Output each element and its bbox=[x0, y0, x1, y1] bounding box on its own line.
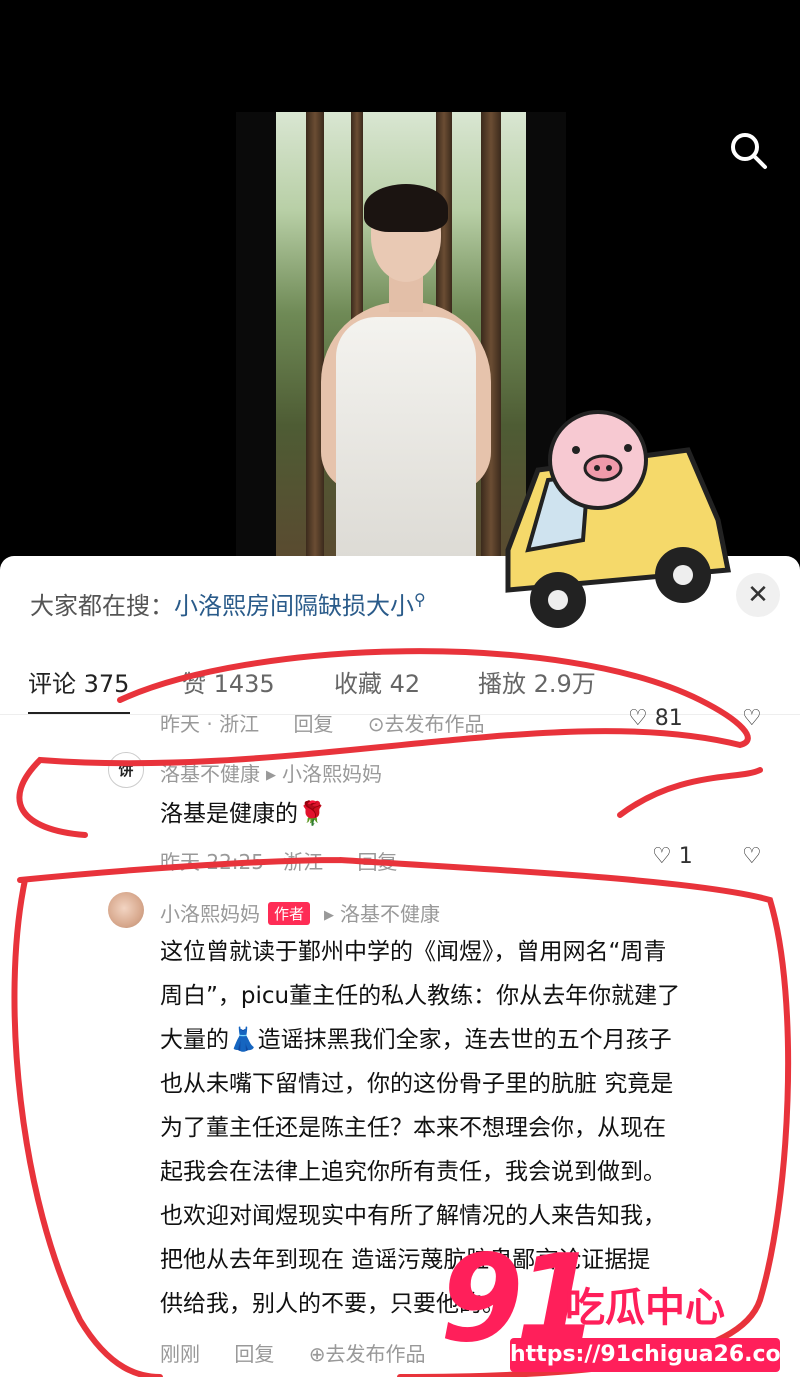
reply-button[interactable]: 回复 bbox=[234, 1342, 274, 1366]
like-button[interactable]: ♡ 1 bbox=[652, 844, 693, 869]
comment-time: 昨天 22:25 · 浙江 bbox=[160, 850, 324, 874]
reply-arrow-icon: ▶ bbox=[324, 908, 335, 923]
hot-search-prefix: 大家都在搜： bbox=[30, 592, 174, 620]
tab-plays[interactable]: 播放 2.9万 bbox=[478, 664, 596, 699]
hot-search-link[interactable]: 小洛熙房间隔缺损大小 bbox=[174, 592, 414, 620]
watermark-url: https://91chigua26.com bbox=[510, 1338, 800, 1372]
like-count: 81 bbox=[654, 706, 683, 731]
comment-time: 刚刚 bbox=[160, 1342, 200, 1366]
person-dress bbox=[336, 317, 476, 560]
search-icon: ⚲ bbox=[414, 590, 426, 609]
search-icon[interactable] bbox=[728, 130, 768, 170]
dislike-icon[interactable]: ♡ bbox=[742, 844, 762, 869]
comment-time: 昨天 · 浙江 bbox=[160, 712, 260, 736]
like-count: 1 bbox=[678, 844, 693, 869]
close-icon: ✕ bbox=[747, 580, 769, 610]
comment-username[interactable]: 洛基不健康 bbox=[160, 762, 260, 786]
comment-line: 为了董主任还是陈主任？本来不想理会你，从现在 bbox=[160, 1115, 666, 1141]
reply-to-username[interactable]: 小洛熙妈妈 bbox=[282, 762, 382, 786]
person-hair bbox=[364, 184, 448, 232]
like-button[interactable]: ♡ 81 bbox=[628, 706, 683, 731]
comment-header: 洛基不健康 ▶ 小洛熙妈妈 bbox=[160, 758, 382, 787]
publish-label: 去发布作品 bbox=[384, 712, 485, 736]
avatar[interactable] bbox=[108, 892, 144, 928]
tab-likes[interactable]: 赞 1435 bbox=[182, 664, 275, 699]
tree bbox=[306, 112, 324, 560]
hot-search-bar[interactable]: 大家都在搜：小洛熙房间隔缺损大小⚲ bbox=[30, 586, 426, 621]
dislike-icon[interactable]: ♡ bbox=[742, 706, 762, 731]
comment-line: 起我会在法律上追究你所有责任，我会说到做到。 bbox=[160, 1159, 666, 1185]
watermark-text: 吃瓜中心 bbox=[565, 1285, 725, 1331]
comment-line: 这位曾就读于鄞州中学的《闻煜》，曾用网名“周青 bbox=[160, 939, 667, 965]
tab-comments[interactable]: 评论 375 bbox=[28, 664, 129, 699]
comment-sheet: 大家都在搜：小洛熙房间隔缺损大小⚲ ✕ 评论 375 赞 1435 收藏 42 … bbox=[0, 556, 800, 1377]
avatar[interactable]: 饼 bbox=[108, 752, 144, 788]
avatar-text: 饼 bbox=[118, 761, 134, 779]
comment-text: 洛基是健康的🌹 bbox=[160, 801, 327, 827]
comment-line: 大量的👗造谣抹黑我们全家，连去世的五个月孩子 bbox=[160, 1027, 672, 1053]
comment-meta: 昨天 22:25 · 浙江 回复 bbox=[160, 846, 425, 875]
comment-line: 周白”，picu董主任的私人教练：你从去年你就建了 bbox=[160, 983, 681, 1009]
comment-header: 小洛熙妈妈 作者 ▶ 洛基不健康 bbox=[160, 898, 440, 927]
tab-favorites[interactable]: 收藏 42 bbox=[334, 664, 420, 699]
publish-link[interactable]: ⊕去发布作品 bbox=[309, 1342, 454, 1366]
pig-car-sticker bbox=[505, 410, 731, 628]
reply-button[interactable]: 回复 bbox=[357, 850, 397, 874]
comment-username[interactable]: 小洛熙妈妈 bbox=[160, 902, 260, 926]
reply-button[interactable]: 回复 bbox=[293, 712, 333, 736]
reply-to-username[interactable]: 洛基不健康 bbox=[340, 902, 440, 926]
author-badge: 作者 bbox=[268, 902, 311, 925]
prev-comment-meta: 昨天 · 浙江 回复 ⊙去发布作品 bbox=[160, 708, 541, 737]
publish-label: 去发布作品 bbox=[325, 1342, 426, 1366]
comment-meta: 刚刚 回复 ⊕去发布作品 bbox=[160, 1338, 481, 1367]
reply-arrow-icon: ▶ bbox=[266, 768, 276, 783]
publish-link[interactable]: ⊙去发布作品 bbox=[368, 712, 513, 736]
comment-line: 也从未嘴下留情过，你的这份骨子里的肮脏 究竟是 bbox=[160, 1071, 674, 1097]
